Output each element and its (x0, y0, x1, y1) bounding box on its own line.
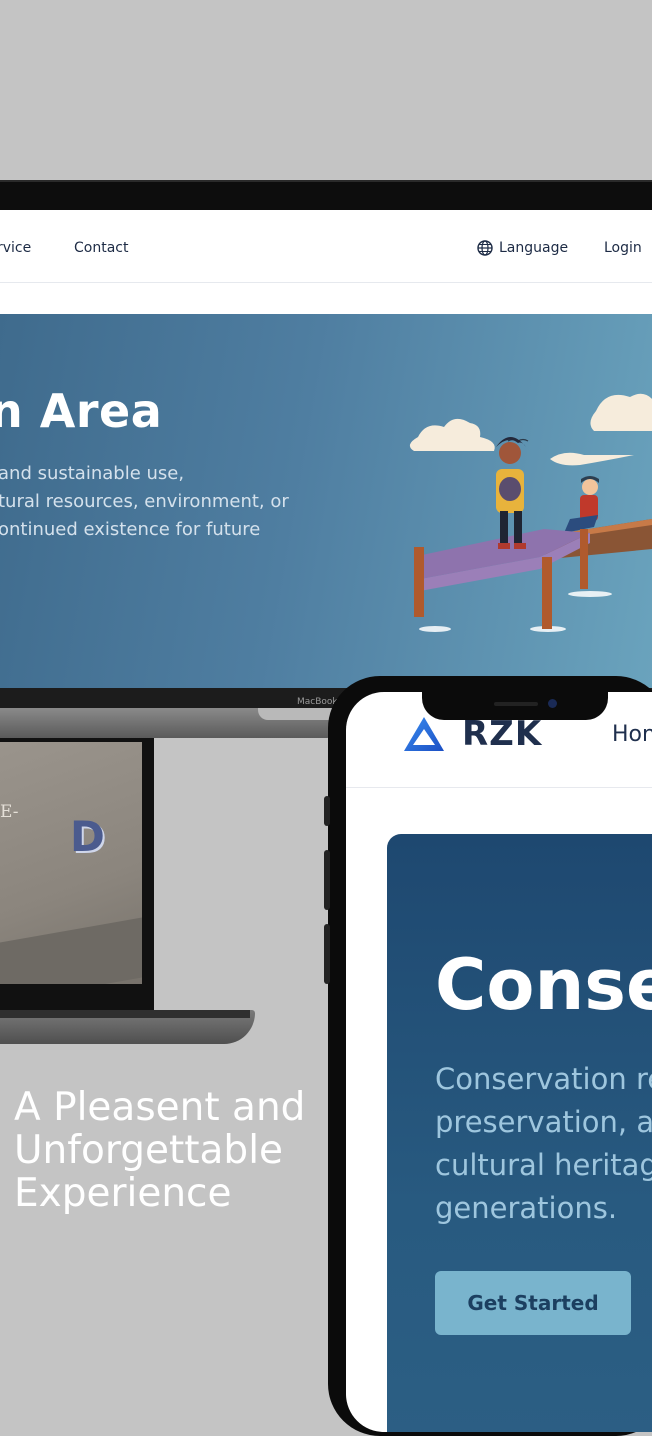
phone-hero-card: Conse Conservation re preservation, an c… (387, 834, 652, 1432)
photo-letter-e: E- (0, 802, 19, 822)
laptop-top-bezel (0, 180, 652, 208)
phone-notch (422, 676, 608, 720)
language-selector[interactable]: Language (477, 240, 568, 256)
tagline-line: Experience (14, 1171, 232, 1216)
phone-screen: RZK Hon Conse Conservation re preservati… (346, 692, 652, 1432)
tagline-line: A Pleasent and (14, 1085, 306, 1130)
logo-triangle-icon[interactable] (402, 714, 446, 754)
phone-hero-description-line: generations. (435, 1191, 618, 1225)
tagline-line: Unforgettable (14, 1128, 284, 1173)
phone-hero-title: Conse (435, 944, 652, 1026)
globe-icon (477, 240, 493, 256)
phone-speaker (494, 702, 538, 706)
phone-nav-home-link[interactable]: Hon (612, 722, 652, 747)
laptop-notch (258, 708, 338, 720)
hero-description-line: and sustainable use, (0, 463, 185, 484)
device-brand-label: MacBook (297, 697, 338, 707)
second-laptop-slot (0, 1010, 250, 1018)
cloud-illustration (409, 393, 652, 466)
site-navbar: rvice Contact Language Login (0, 210, 652, 283)
hero-description: and sustainable use, tural resources, en… (0, 460, 328, 544)
hero-description-line: tural resources, environment, or (0, 491, 289, 512)
login-link[interactable]: Login (604, 240, 642, 256)
phone-hero-description-line: Conservation re (435, 1062, 652, 1096)
nav-service-link[interactable]: rvice (0, 240, 31, 256)
phone-hero-description-line: cultural heritage (435, 1148, 652, 1182)
nav-contact-link[interactable]: Contact (74, 240, 128, 256)
photo-letter-d: D (70, 812, 105, 861)
hero-description-line: ontinued existence for future (0, 519, 261, 540)
phone-volume-down-button (324, 924, 330, 984)
laptop-screen: rvice Contact Language Login n Area and … (0, 210, 652, 688)
get-started-button[interactable]: Get Started (435, 1271, 631, 1335)
phone-mute-button (324, 796, 330, 826)
phone-hero-description-line: preservation, an (435, 1105, 652, 1139)
second-laptop-photo: E- D (0, 742, 142, 984)
hero-title: n Area (0, 384, 163, 438)
tagline: A Pleasent and Unforgettable Experience (14, 1086, 324, 1215)
pier-boat-illustration (409, 393, 652, 632)
photo-floor (0, 917, 142, 984)
language-label: Language (499, 240, 569, 256)
logo-text[interactable]: RZK (462, 714, 542, 754)
phone-hero-description: Conservation re preservation, an cultura… (435, 1058, 652, 1230)
hero-section: n Area and sustainable use, tural resour… (0, 314, 652, 688)
phone-volume-up-button (324, 850, 330, 910)
phone-camera (548, 699, 557, 708)
